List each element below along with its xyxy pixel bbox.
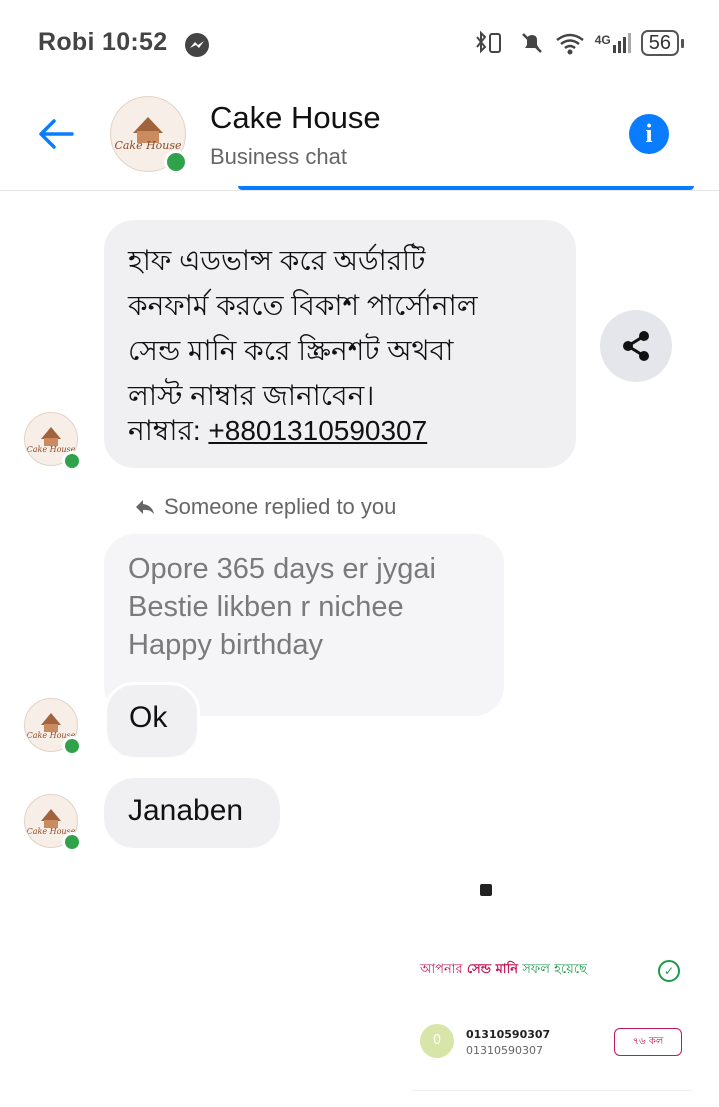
chat-title: Cake House [210, 100, 381, 135]
back-arrow-icon[interactable] [36, 116, 76, 156]
reply-note: Someone replied to you [134, 494, 396, 520]
previous-message-edge [238, 186, 694, 190]
online-status-dot [62, 832, 82, 852]
recipient-number-secondary: 01310590307 [466, 1044, 543, 1057]
info-icon: i [645, 119, 653, 148]
phone-number-link[interactable]: +8801310590307 [208, 415, 427, 446]
share-icon [623, 331, 649, 361]
status-icons: 4G 56 [473, 30, 685, 56]
recipient-avatar: 0 [420, 1024, 454, 1058]
message-bubble-payment-instructions[interactable]: হাফ এডভান্স করে অর্ডারটি কনফার্ম করতে বি… [104, 220, 576, 468]
online-status-dot [164, 150, 188, 174]
payment-success-text: আপনার সেন্ড মানি সফল হয়েছে [420, 962, 587, 977]
online-status-dot [62, 736, 82, 756]
message-bubble-janaben[interactable]: Janaben [104, 778, 280, 848]
chat-header: Cake House Cake House Business chat i [0, 88, 719, 191]
info-button[interactable]: i [629, 114, 669, 154]
battery-indicator: 56 [640, 30, 685, 56]
mute-icon [521, 33, 542, 53]
call-button: ৭৬ কল [614, 1028, 682, 1056]
share-button[interactable] [600, 310, 672, 382]
payment-screenshot-attachment[interactable]: আপনার সেন্ড মানি সফল হয়েছে ✓ 0 01310590… [400, 940, 700, 1107]
signal-icon: 4G [595, 33, 631, 53]
success-check-icon: ✓ [658, 960, 680, 982]
message-number-line: নাম্বার: +8801310590307 [128, 415, 428, 446]
bluetooth-vibrate-icon [475, 30, 501, 54]
media-play-icon[interactable] [480, 884, 492, 896]
messenger-icon [184, 32, 210, 62]
message-bubble-ok[interactable]: Ok [104, 682, 200, 760]
online-status-dot [62, 451, 82, 471]
status-carrier-time: Robi 10:52 [38, 28, 168, 56]
wifi-icon [555, 33, 584, 55]
chat-subtitle: Business chat [210, 144, 347, 169]
message-text: হাফ এডভান্স করে অর্ডারটি কনফার্ম করতে বি… [128, 245, 478, 411]
reply-arrow-icon [136, 500, 154, 514]
quoted-message-text: Opore 365 days er jygai Bestie likben r … [128, 553, 436, 661]
divider [412, 1090, 692, 1091]
recipient-number: 01310590307 [466, 1028, 551, 1041]
